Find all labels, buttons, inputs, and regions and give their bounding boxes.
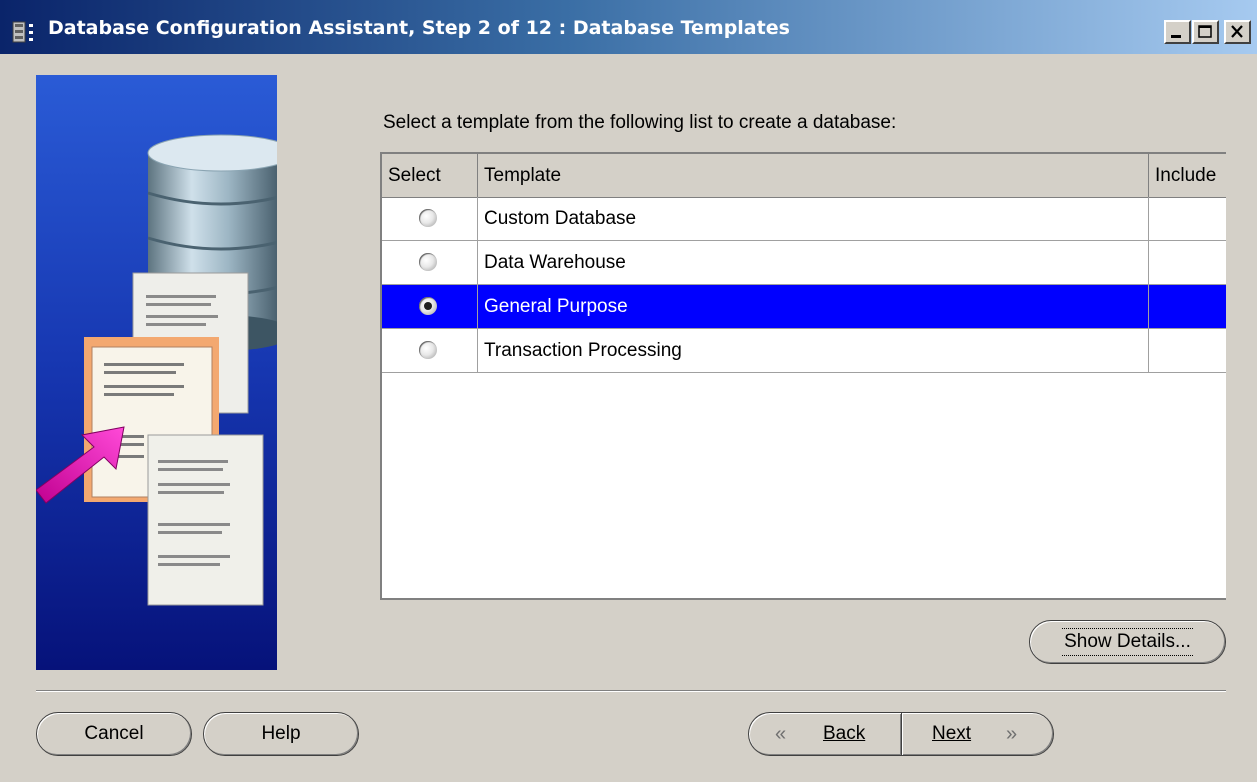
include-cell xyxy=(1149,329,1226,372)
chevron-left-icon: « xyxy=(775,723,787,745)
help-button[interactable]: Help xyxy=(203,712,359,756)
maximize-icon xyxy=(1198,25,1212,38)
close-icon xyxy=(1231,25,1243,38)
show-details-button[interactable]: Show Details... xyxy=(1029,620,1226,664)
table-row[interactable]: Custom Database xyxy=(382,197,1226,241)
wizard-illustration xyxy=(36,75,277,670)
table-row-selected[interactable]: General Purpose xyxy=(382,285,1226,329)
navigation-buttons: « Back Next » xyxy=(748,712,1054,756)
table-row[interactable]: Transaction Processing xyxy=(382,329,1226,373)
help-label: Help xyxy=(261,723,301,744)
template-name: Data Warehouse xyxy=(478,241,1149,284)
template-radio-button[interactable] xyxy=(419,253,437,271)
column-header-select[interactable]: Select xyxy=(382,154,478,197)
template-radio-button[interactable] xyxy=(419,341,437,359)
footer-separator xyxy=(36,690,1226,692)
table-row[interactable]: Data Warehouse xyxy=(382,241,1226,285)
column-header-include[interactable]: Include xyxy=(1149,154,1226,197)
select-cell xyxy=(382,329,478,372)
next-label: Next xyxy=(932,723,972,744)
back-label: Back xyxy=(823,723,866,744)
minimize-button[interactable] xyxy=(1164,20,1191,44)
include-cell xyxy=(1149,241,1226,284)
cancel-button[interactable]: Cancel xyxy=(36,712,192,756)
select-cell xyxy=(382,285,478,328)
column-header-template[interactable]: Template xyxy=(478,154,1149,197)
include-cell xyxy=(1149,285,1226,328)
select-cell xyxy=(382,241,478,284)
cancel-label: Cancel xyxy=(84,723,144,744)
maximize-button[interactable] xyxy=(1192,20,1219,44)
template-prompt: Select a template from the following lis… xyxy=(383,112,897,133)
template-radio-button-checked[interactable] xyxy=(419,297,437,315)
close-button[interactable] xyxy=(1224,20,1251,44)
template-radio-button[interactable] xyxy=(419,209,437,227)
show-details-label: Show Details... xyxy=(1062,628,1193,656)
chevron-right-icon: » xyxy=(1006,723,1018,745)
minimize-icon xyxy=(1171,35,1181,38)
include-cell xyxy=(1149,197,1226,240)
template-name: General Purpose xyxy=(478,285,1149,328)
title-bar[interactable]: Database Configuration Assistant, Step 2… xyxy=(0,0,1257,54)
template-name: Transaction Processing xyxy=(478,329,1149,372)
window-title: Database Configuration Assistant, Step 2… xyxy=(48,17,790,39)
next-button[interactable]: Next » xyxy=(901,712,1054,756)
back-button[interactable]: « Back xyxy=(748,712,902,756)
table-header: Select Template Include xyxy=(382,154,1226,198)
database-app-icon xyxy=(12,21,33,43)
select-cell xyxy=(382,197,478,240)
template-table[interactable]: Select Template Include Custom Database … xyxy=(380,152,1226,600)
template-name: Custom Database xyxy=(478,197,1149,240)
